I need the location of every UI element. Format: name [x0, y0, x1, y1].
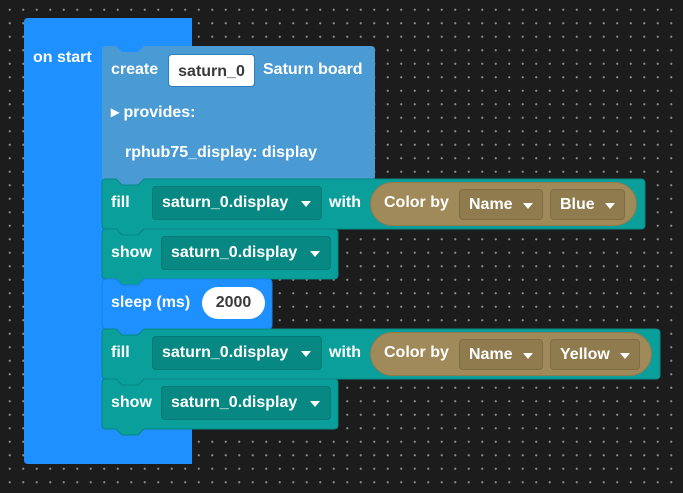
sleep-ms-input[interactable]: 2000 — [202, 287, 265, 319]
sleep-label: sleep (ms) — [111, 294, 191, 311]
show-block-2[interactable]: show saturn_0.display — [101, 378, 339, 436]
display-target-value: saturn_0.display — [162, 344, 289, 361]
show-label: show — [111, 394, 152, 411]
fill-block-blue[interactable]: fill saturn_0.display with Color by Name… — [101, 178, 646, 236]
create-saturn-block[interactable]: create saturn_0 Saturn board ▸ provides:… — [102, 46, 375, 186]
show-target-dropdown[interactable]: saturn_0.display — [161, 386, 331, 420]
with-label: with — [329, 344, 361, 361]
chevron-down-icon — [620, 352, 630, 359]
fill-block-yellow[interactable]: fill saturn_0.display with Color by Name… — [101, 328, 661, 386]
color-name-dropdown[interactable]: Blue — [550, 189, 625, 220]
chevron-down-icon — [310, 401, 320, 407]
show-target-value: saturn_0.display — [171, 394, 298, 411]
chevron-down-icon — [301, 201, 311, 207]
board-name-input[interactable]: saturn_0 — [168, 54, 255, 87]
show-block-1[interactable]: show saturn_0.display — [101, 228, 339, 286]
sleep-ms-value: 2000 — [215, 294, 252, 311]
color-by-label: Color by — [384, 194, 449, 211]
display-target-dropdown[interactable]: saturn_0.display — [152, 186, 322, 220]
block-workspace[interactable]: on start create saturn_0 Saturn board ▸ … — [0, 0, 683, 493]
show-target-dropdown[interactable]: saturn_0.display — [161, 236, 331, 270]
provides-toggle[interactable]: ▸ provides: — [111, 103, 196, 123]
fill-label: fill — [111, 344, 130, 361]
provides-display-item: rphub75_display: display — [125, 144, 318, 161]
chevron-down-icon — [301, 351, 311, 357]
with-label: with — [329, 194, 361, 211]
display-target-value: saturn_0.display — [162, 194, 289, 211]
chevron-down-icon — [523, 202, 533, 209]
sleep-block[interactable]: sleep (ms) 2000 — [101, 278, 273, 336]
show-target-value: saturn_0.display — [171, 244, 298, 261]
board-name-value: saturn_0 — [178, 63, 245, 80]
color-name-dropdown[interactable]: Yellow — [550, 339, 640, 370]
color-mode-dropdown[interactable]: Name — [459, 189, 543, 220]
color-by-label: Color by — [384, 344, 449, 361]
on-start-label: on start — [33, 49, 92, 66]
color-mode-value: Name — [469, 195, 513, 213]
color-by-name-block-yellow[interactable]: Color by Name Yellow — [370, 332, 652, 376]
display-target-dropdown[interactable]: saturn_0.display — [152, 336, 322, 370]
saturn-board-label: Saturn board — [263, 61, 363, 78]
color-name-value: Yellow — [560, 345, 610, 363]
chevron-down-icon — [310, 251, 320, 257]
chevron-down-icon — [523, 352, 533, 359]
show-label: show — [111, 244, 152, 261]
color-name-value: Blue — [560, 195, 595, 213]
color-by-name-block-blue[interactable]: Color by Name Blue — [370, 182, 637, 226]
fill-label: fill — [111, 194, 130, 211]
color-mode-value: Name — [469, 345, 513, 363]
color-mode-dropdown[interactable]: Name — [459, 339, 543, 370]
chevron-down-icon — [605, 202, 615, 209]
create-label: create — [111, 61, 159, 78]
